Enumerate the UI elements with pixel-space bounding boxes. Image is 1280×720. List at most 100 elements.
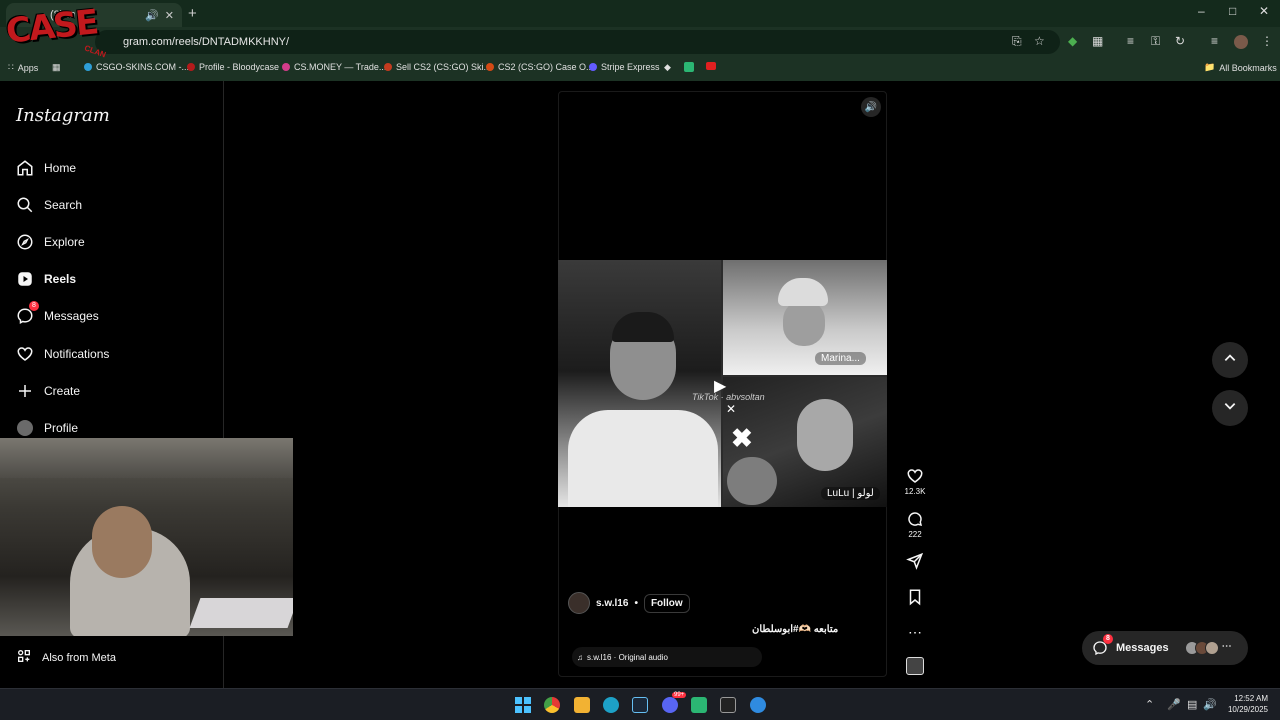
sidebar-item-profile[interactable]: Profile	[16, 419, 78, 437]
bookmark-diamond-icon[interactable]: ◆	[664, 62, 671, 73]
restore-button[interactable]: □	[1229, 4, 1236, 18]
webcam-ceiling	[0, 438, 293, 478]
system-clock[interactable]: 12:52 AM 10/29/2025	[1222, 693, 1268, 715]
bookmark-favicon	[384, 63, 392, 71]
video-figure	[783, 300, 825, 346]
sidebar-item-notifications[interactable]: Notifications	[16, 345, 109, 363]
play-icon[interactable]: ▶	[714, 376, 726, 396]
steam-icon[interactable]	[632, 697, 648, 713]
extensions-icon[interactable]: ▦	[1092, 34, 1103, 48]
audio-pill[interactable]: ♫ s.w.l16 · Original audio	[572, 647, 762, 667]
share-action[interactable]	[903, 552, 927, 572]
minimize-button[interactable]: –	[1198, 4, 1205, 18]
shield-extension-icon[interactable]: ◆	[1068, 34, 1077, 48]
sidebar-item-reels[interactable]: Reels	[16, 270, 76, 288]
folder-icon: 📁	[1204, 62, 1216, 72]
tray-chevron-icon[interactable]: ⌃	[1145, 698, 1154, 711]
bookmark-cs2-case[interactable]: CS2 (CS:GO) Case O...	[486, 62, 594, 72]
key-icon[interactable]: ⚿	[1151, 34, 1160, 49]
comment-action[interactable]: 222	[903, 510, 927, 539]
sidebar-item-home[interactable]: Home	[16, 159, 76, 177]
bookmark-star-icon[interactable]: ☆	[1034, 34, 1045, 48]
media-control-icon[interactable]: ≡	[1211, 34, 1218, 48]
bookmark-favicon	[486, 63, 494, 71]
chrome-icon[interactable]	[544, 697, 560, 713]
windows-start-icon[interactable]	[515, 697, 531, 713]
also-from-meta[interactable]: Also from Meta	[16, 648, 116, 667]
tab-grid-icon[interactable]: ▦	[52, 62, 61, 73]
video-figure	[568, 410, 718, 507]
edge-icon[interactable]	[603, 697, 619, 713]
audio-label: s.w.l16 · Original audio	[587, 652, 668, 662]
reel-author: s.w.l16 • Follow	[568, 592, 690, 614]
tab-bar: (8) In 🔊 ✕ + – □ ✕	[0, 0, 1280, 27]
audio-thumbnail[interactable]	[906, 657, 924, 675]
messenger-icon: 8	[16, 301, 39, 325]
more-dots-icon: ⋯	[1221, 641, 1232, 652]
network-icon[interactable]: ▤	[1187, 698, 1197, 711]
next-reel-button[interactable]	[1212, 390, 1248, 426]
like-action[interactable]: 12.3K	[903, 467, 927, 496]
bookmark-stripe[interactable]: Stripe Express	[589, 62, 660, 72]
profile-avatar[interactable]	[1234, 35, 1248, 49]
epic-games-icon[interactable]	[720, 697, 736, 713]
author-username[interactable]: s.w.l16	[596, 598, 628, 609]
instagram-logo[interactable]: Instagram	[16, 105, 110, 126]
sidebar-item-search[interactable]: Search	[16, 196, 82, 214]
browser-chrome: (8) In 🔊 ✕ + – □ ✕ gram.com/reels/DNTADM…	[0, 0, 1280, 81]
more-options-icon[interactable]: ⋯	[903, 624, 927, 641]
sidebar-item-label: Home	[44, 161, 77, 175]
also-from-meta-label: Also from Meta	[42, 651, 116, 664]
address-row: gram.com/reels/DNTADMKKHNY/ ⎘ ☆ ◆ ▦ ≡ ⚿ …	[0, 27, 1280, 57]
reel-caption[interactable]: متابعه 🫶🏻#ابوسلطان	[752, 624, 838, 635]
profile-avatar-icon	[16, 419, 34, 437]
author-avatar[interactable]	[568, 592, 590, 614]
speaker-icon[interactable]: 🔊	[145, 9, 159, 22]
sidebar-item-label: Search	[44, 198, 83, 212]
volume-button[interactable]: 🔊	[861, 97, 881, 117]
video-figure	[797, 399, 853, 471]
bookmark-apps[interactable]: ∷ Apps	[8, 62, 38, 73]
like-count: 12.3K	[904, 487, 926, 496]
bookmark-csgo-skins[interactable]: CSGO-SKINS.COM -...	[84, 62, 189, 72]
app-green-icon[interactable]	[691, 697, 707, 713]
bookmark-csmoney[interactable]: CS.MONEY — Trade...	[282, 62, 386, 72]
save-action[interactable]	[903, 588, 927, 608]
webcam-keyboard	[189, 598, 293, 628]
new-tab-button[interactable]: +	[188, 5, 197, 22]
video-watermark: TikTok · abvsoltan	[692, 392, 765, 402]
discord-icon[interactable]	[662, 697, 678, 713]
follow-button[interactable]: Follow	[643, 593, 690, 613]
previous-reel-button[interactable]	[1212, 342, 1248, 378]
file-explorer-icon[interactable]	[574, 697, 590, 713]
sidebar-item-label: Create	[44, 384, 81, 398]
volume-icon[interactable]: 🔊	[1203, 698, 1217, 711]
close-tab-icon[interactable]: ✕	[165, 9, 174, 22]
microphone-icon[interactable]: 🎤	[1167, 698, 1181, 711]
send-icon	[903, 552, 927, 572]
reels-icon	[16, 270, 34, 288]
install-app-icon[interactable]: ⎘	[1012, 34, 1022, 49]
vpn-icon[interactable]: ≡	[1127, 34, 1134, 48]
sidebar-item-messages[interactable]: 8 Messages	[16, 301, 99, 325]
apps-grid-icon: ∷	[8, 62, 14, 72]
bookmark-bloodycase[interactable]: Profile - Bloodycase	[187, 62, 279, 72]
webcam-person-head	[92, 506, 152, 578]
video-panel-left	[558, 260, 721, 507]
author-separator: •	[634, 597, 638, 609]
all-bookmarks[interactable]: 📁 All Bookmarks	[1204, 62, 1277, 73]
sidebar-item-create[interactable]: Create	[16, 382, 80, 400]
bookmark-sell-cs2[interactable]: Sell CS2 (CS:GO) Ski...	[384, 62, 491, 72]
heart-icon	[903, 467, 927, 487]
messages-pill[interactable]: 8 Messages ⋯	[1082, 631, 1248, 665]
messenger-icon: 8	[1092, 634, 1113, 656]
app-blue-icon[interactable]	[750, 697, 766, 713]
url-bar[interactable]: gram.com/reels/DNTADMKKHNY/	[95, 30, 1060, 54]
sidebar-item-explore[interactable]: Explore	[16, 233, 85, 251]
bookmark-youtube-icon[interactable]	[706, 62, 716, 70]
bookmark-green-icon[interactable]	[684, 62, 694, 72]
messages-badge: 8	[29, 301, 39, 311]
menu-kebab-icon[interactable]: ⋮	[1261, 34, 1273, 48]
close-window-button[interactable]: ✕	[1259, 4, 1269, 18]
history-icon[interactable]: ↻	[1175, 34, 1185, 48]
